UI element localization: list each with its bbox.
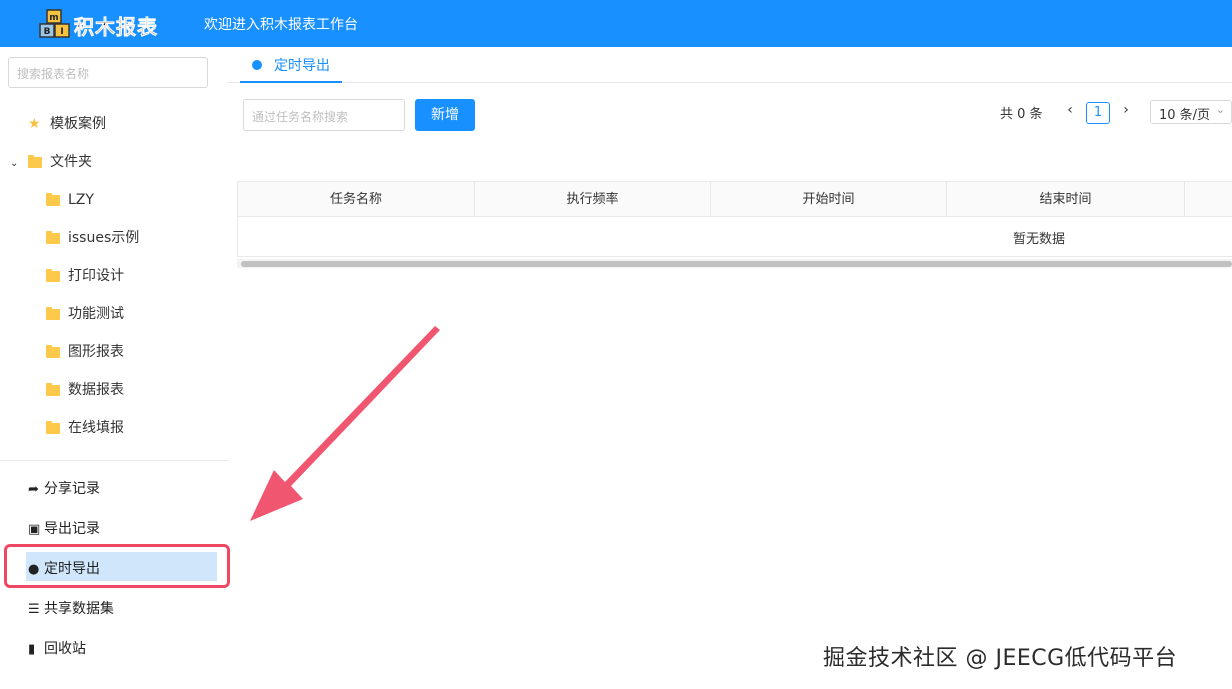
- export-icon: ▣: [28, 522, 41, 537]
- tree-item-label: 打印设计: [68, 268, 124, 284]
- pagination-total: 共 0 条: [1000, 107, 1043, 122]
- column-header[interactable]: 任务名称: [238, 182, 475, 217]
- folder-icon: [46, 268, 60, 282]
- top-header: m B I 积木报表 欢迎进入积木报表工作台: [0, 0, 1232, 47]
- tree-item-label: 模板案例: [50, 116, 106, 132]
- tree-item-folder[interactable]: LZY: [46, 188, 94, 212]
- menu-label: 回收站: [44, 641, 86, 657]
- menu-export-records[interactable]: ▣ 导出记录: [28, 517, 100, 541]
- welcome-text: 欢迎进入积木报表工作台: [204, 17, 358, 33]
- task-search-input[interactable]: 通过任务名称搜索: [243, 99, 405, 131]
- add-button[interactable]: 新增: [415, 99, 475, 131]
- column-header[interactable]: 结束时间: [947, 182, 1185, 217]
- database-icon: ☰: [28, 602, 40, 617]
- page-size-value: 10 条/页: [1159, 108, 1211, 123]
- menu-label: 分享记录: [44, 481, 100, 497]
- sidebar: 搜索报表名称 ★ 模板案例 ⌄ 文件夹 LZY issues示例 打印设计 功能测试…: [0, 47, 230, 689]
- menu-label: 共享数据集: [44, 601, 114, 617]
- tab-bar: 定时导出: [228, 47, 1232, 83]
- menu-share-records[interactable]: ➦ 分享记录: [28, 477, 100, 501]
- tree-item-folder[interactable]: issues示例: [46, 226, 139, 250]
- report-search-input[interactable]: 搜索报表名称: [8, 57, 208, 88]
- logo[interactable]: m B I 积木报表: [38, 7, 160, 41]
- star-icon: ★: [28, 116, 41, 132]
- tree-item-folder[interactable]: 数据报表: [46, 378, 124, 402]
- chevron-right-icon[interactable]: ›: [1118, 102, 1134, 122]
- folder-icon: [46, 306, 60, 320]
- page-size-select[interactable]: 10 条/页 ⌄: [1150, 100, 1232, 124]
- folder-icon: [46, 344, 60, 358]
- svg-text:I: I: [60, 27, 63, 37]
- share-icon: ➦: [28, 482, 39, 497]
- horizontal-scrollbar[interactable]: [237, 259, 1232, 268]
- chevron-down-icon[interactable]: ⌄: [10, 152, 22, 176]
- page-number-current[interactable]: 1: [1086, 102, 1110, 124]
- tab-label: 定时导出: [274, 58, 330, 74]
- empty-text: 暂无数据: [1013, 232, 1066, 247]
- clock-icon: [252, 60, 262, 70]
- column-header[interactable]: 执行频率: [475, 182, 711, 217]
- table-body: 暂无数据: [237, 217, 1232, 257]
- watermark-text: 掘金技术社区 @ JEECG低代码平台: [823, 646, 1178, 671]
- tree-item-folder[interactable]: 打印设计: [46, 264, 124, 288]
- folder-icon: [28, 154, 42, 168]
- trash-icon: ▮: [28, 642, 36, 657]
- folder-icon: [46, 230, 60, 244]
- tree-item-folder[interactable]: 图形报表: [46, 340, 124, 364]
- svg-text:m: m: [49, 13, 58, 23]
- tree-item-label: 在线填报: [68, 420, 124, 436]
- folder-icon: [46, 382, 60, 396]
- menu-recycle-bin[interactable]: ▮ 回收站: [28, 637, 86, 661]
- tree-item-label: issues示例: [68, 230, 140, 246]
- tree-item-template-cases[interactable]: ★ 模板案例: [28, 112, 106, 136]
- sidebar-divider: [0, 460, 228, 461]
- tree-item-label: 图形报表: [68, 344, 124, 360]
- tab-scheduled-export[interactable]: 定时导出: [240, 47, 342, 83]
- svg-text:B: B: [44, 27, 51, 37]
- tree-item-label: 文件夹: [50, 154, 92, 170]
- folder-icon: [46, 192, 60, 206]
- folder-icon: [46, 420, 60, 434]
- column-header[interactable]: 开始时间: [711, 182, 947, 217]
- menu-shared-dataset[interactable]: ☰ 共享数据集: [28, 597, 114, 621]
- chevron-down-icon: ⌄: [1215, 103, 1225, 116]
- menu-label: 导出记录: [44, 521, 100, 537]
- logo-text: 积木报表: [74, 15, 158, 40]
- tree-item-label: LZY: [68, 192, 94, 208]
- chevron-left-icon[interactable]: ‹: [1062, 102, 1078, 122]
- tree-item-folder[interactable]: 功能测试: [46, 302, 124, 326]
- tree-item-label: 数据报表: [68, 382, 124, 398]
- annotation-highlight-box: [4, 544, 230, 588]
- tree-item-folder[interactable]: 在线填报: [46, 416, 124, 440]
- scrollbar-thumb[interactable]: [241, 261, 1232, 267]
- table-header: 任务名称 执行频率 开始时间 结束时间: [237, 181, 1232, 217]
- logo-blocks-icon: m B I: [39, 9, 70, 38]
- tree-item-label: 功能测试: [68, 306, 124, 322]
- tree-item-folder-root[interactable]: ⌄ 文件夹: [10, 150, 92, 174]
